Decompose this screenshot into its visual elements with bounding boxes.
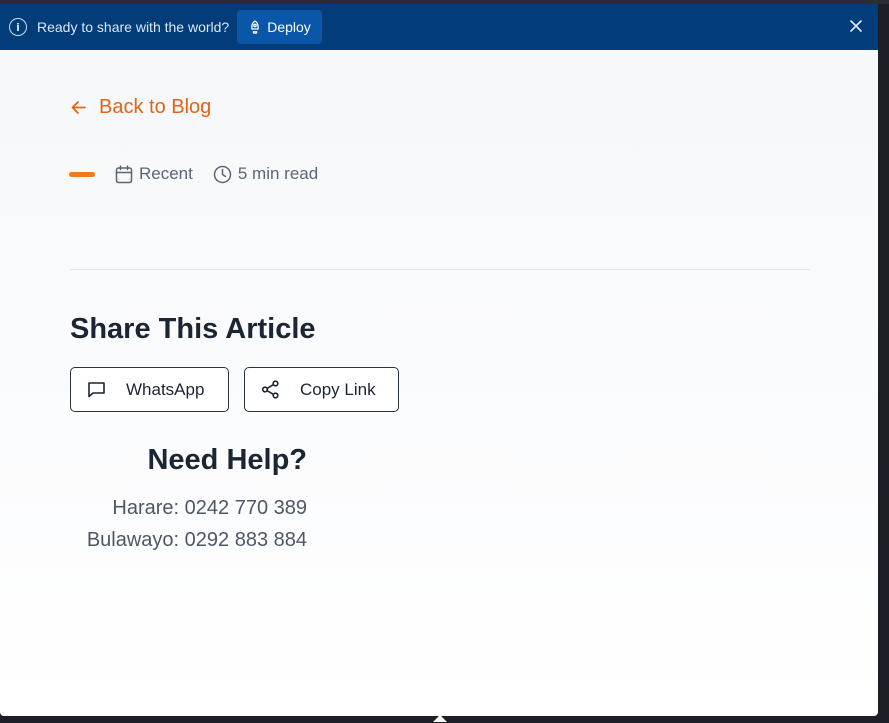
article-meta: Recent 5 min read — [69, 164, 338, 184]
help-section: Need Help? Harare: 0242 770 389 Bulawayo… — [70, 444, 307, 556]
message-icon — [88, 381, 105, 397]
category-accent-bar — [69, 171, 95, 177]
date-label: Recent — [139, 164, 193, 183]
rocket-icon — [249, 19, 261, 35]
copy-link-label: Copy Link — [300, 379, 376, 399]
back-to-blog-link[interactable]: Back to Blog — [70, 96, 211, 119]
page-frame: i Ready to share with the world? Deploy — [0, 4, 878, 716]
share-title: Share This Article — [70, 313, 316, 345]
back-to-blog-label: Back to Blog — [99, 96, 212, 118]
calendar-icon — [115, 164, 133, 183]
info-icon: i — [9, 18, 27, 36]
deploy-banner: i Ready to share with the world? Deploy — [0, 4, 878, 50]
copy-link-button[interactable]: Copy Link — [244, 367, 399, 412]
window-right-edge — [878, 4, 889, 723]
whatsapp-share-button[interactable]: WhatsApp — [70, 367, 229, 412]
deploy-label: Deploy — [267, 19, 311, 35]
date-meta: Recent — [115, 164, 193, 184]
share-icon — [261, 380, 279, 399]
deploy-button[interactable]: Deploy — [237, 10, 322, 44]
help-title: Need Help? — [147, 444, 307, 476]
whatsapp-label: WhatsApp — [126, 379, 205, 399]
read-time-label: 5 min read — [237, 164, 319, 183]
section-divider — [70, 269, 810, 270]
arrow-left-icon — [70, 99, 87, 116]
scroll-up-indicator — [433, 715, 447, 722]
close-icon[interactable] — [848, 18, 864, 34]
read-time-meta: 5 min read — [213, 164, 318, 184]
banner-message: Ready to share with the world? — [37, 19, 230, 35]
clock-icon — [213, 165, 232, 183]
bulawayo-phone: Bulawayo: 0292 883 884 — [86, 529, 307, 551]
harare-phone: Harare: 0242 770 389 — [112, 497, 307, 519]
